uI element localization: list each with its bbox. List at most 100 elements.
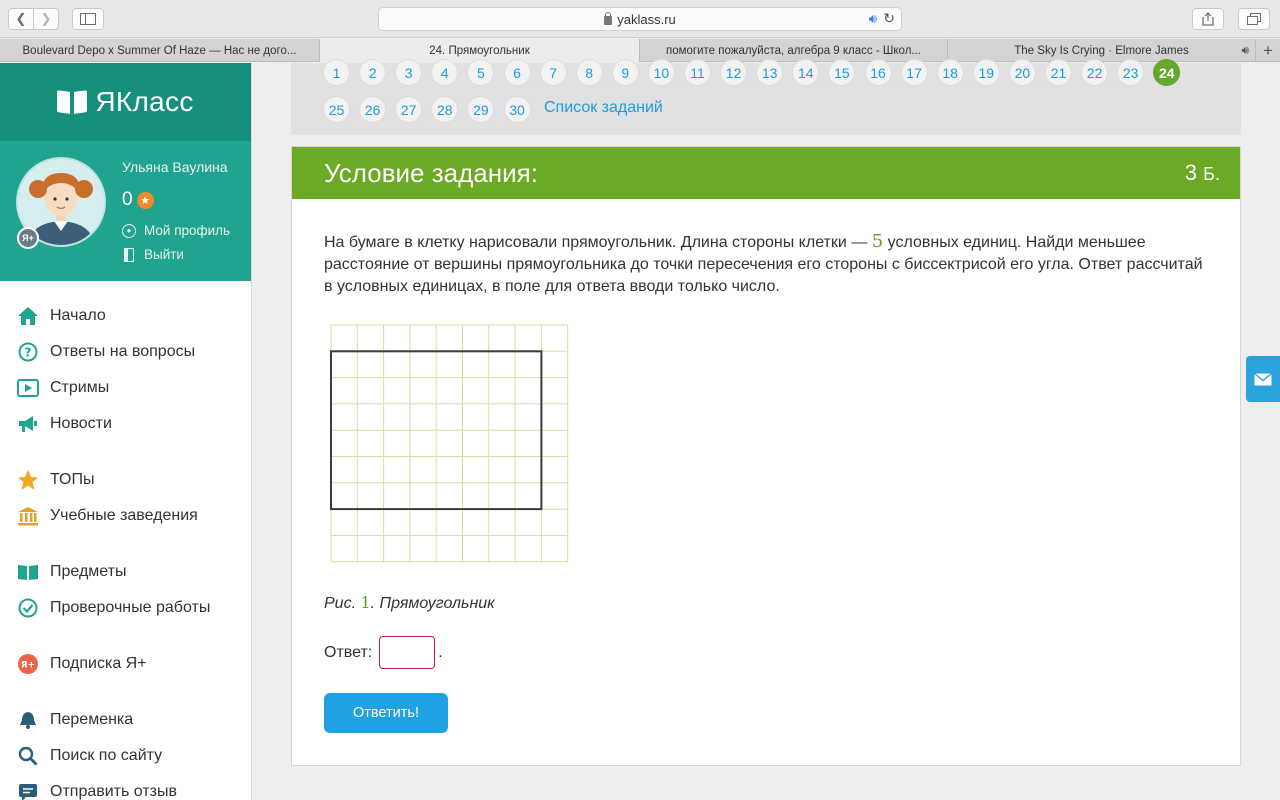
tab-label: The Sky Is Crying · Elmore James: [1014, 44, 1189, 57]
task-number-24[interactable]: 24: [1153, 59, 1181, 86]
book-logo-icon: [57, 91, 87, 113]
megaphone-icon: [17, 413, 39, 435]
cell-size-value: 5: [871, 231, 884, 252]
task-number-15[interactable]: 15: [828, 59, 856, 86]
address-bar[interactable]: yaklass.ru 🔊︎ ↻: [378, 7, 902, 31]
nav-label: Подписка Я+: [50, 655, 147, 672]
task-number-7[interactable]: 7: [539, 59, 567, 86]
caption-number: 1: [360, 593, 371, 612]
user-points: 0 ★: [122, 189, 154, 211]
task-number-9[interactable]: 9: [611, 59, 639, 86]
lock-icon: [604, 11, 613, 25]
new-tab-button[interactable]: +: [1256, 39, 1280, 62]
grid-figure: [330, 324, 572, 571]
chevron-left-icon: ❮: [15, 11, 27, 26]
nav-item-search[interactable]: Поиск по сайту: [0, 741, 252, 771]
sidebar-icon: [80, 13, 96, 25]
reload-icon[interactable]: ↻: [883, 10, 895, 27]
star-icon: [17, 469, 39, 491]
tab-bar: Boulevard Depo x Summer Of Haze — Нас не…: [0, 39, 1280, 62]
task-number-20[interactable]: 20: [1008, 59, 1036, 86]
nav-item-subscription[interactable]: Я+ Подписка Я+: [0, 649, 252, 679]
points-number: 3: [1184, 160, 1198, 185]
logout-link[interactable]: Выйти: [122, 247, 184, 262]
task-list-link[interactable]: Список заданий: [544, 99, 663, 117]
task-number-30[interactable]: 30: [503, 96, 531, 123]
feedback-mail-tab[interactable]: [1246, 356, 1280, 402]
answer-input[interactable]: [379, 636, 436, 669]
figure-caption: Рис. 1. Прямоугольник: [324, 593, 495, 613]
speaker-icon[interactable]: 🔊︎: [869, 11, 877, 27]
user-name[interactable]: Ульяна Ваулина: [122, 159, 228, 175]
nav-item-streams[interactable]: Стримы: [0, 373, 252, 403]
nav-label: Начало: [50, 307, 106, 324]
task-number-27[interactable]: 27: [395, 96, 423, 123]
chevron-right-icon: ❯: [40, 11, 52, 26]
tab-speaker-icon[interactable]: 🔊︎: [1241, 43, 1249, 58]
logout-label: Выйти: [144, 247, 184, 262]
bell-icon: [17, 709, 39, 731]
task-number-22[interactable]: 22: [1081, 59, 1109, 86]
nav-item-break[interactable]: Переменка: [0, 705, 252, 735]
task-number-4[interactable]: 4: [431, 59, 459, 86]
forward-button[interactable]: ❯: [33, 8, 59, 30]
user-icon: ●: [122, 223, 136, 238]
nav-label: Проверочные работы: [50, 599, 211, 616]
browser-tab-3[interactable]: помогите пожалуйста, алгебра 9 класс - Ш…: [640, 39, 948, 62]
tab-label: помогите пожалуйста, алгебра 9 класс - Ш…: [665, 44, 922, 57]
task-number-14[interactable]: 14: [792, 59, 820, 86]
task-number-11[interactable]: 11: [684, 59, 711, 86]
task-number-2[interactable]: 2: [359, 59, 387, 86]
nav-item-news[interactable]: Новости: [0, 409, 252, 439]
task-number-29[interactable]: 29: [467, 96, 495, 123]
task-number-19[interactable]: 19: [972, 59, 1000, 86]
task-number-3[interactable]: 3: [395, 59, 423, 86]
nav-item-answers[interactable]: ? Ответы на вопросы: [0, 337, 252, 367]
nav-item-home[interactable]: Начало: [0, 301, 252, 331]
task-number-16[interactable]: 16: [864, 59, 892, 86]
task-number-1[interactable]: 1: [323, 59, 350, 86]
brand-logo[interactable]: ЯКласс: [0, 63, 251, 141]
answer-suffix: .: [438, 643, 443, 661]
nav-item-schools[interactable]: Учебные заведения: [0, 501, 252, 531]
submit-answer-button[interactable]: Ответить!: [324, 693, 448, 733]
task-number-25[interactable]: 25: [323, 96, 350, 123]
task-number-10[interactable]: 10: [647, 59, 675, 86]
nav-item-subjects[interactable]: Предметы: [0, 557, 252, 587]
tab-label: 24. Прямоугольник: [429, 44, 530, 57]
task-number-18[interactable]: 18: [936, 59, 964, 86]
nav-item-tests[interactable]: Проверочные работы: [0, 593, 252, 623]
share-button[interactable]: [1192, 8, 1224, 30]
task-number-21[interactable]: 21: [1045, 59, 1072, 86]
task-number-28[interactable]: 28: [431, 96, 459, 123]
nav-label: Ответы на вопросы: [50, 343, 196, 360]
my-profile-link[interactable]: ● Мой профиль: [122, 223, 230, 238]
nav-label: Переменка: [50, 711, 134, 728]
task-number-26[interactable]: 26: [359, 96, 387, 123]
ya-plus-badge: Я+: [17, 227, 39, 249]
task-points: 3 Б.: [1185, 160, 1220, 186]
task-number-12[interactable]: 12: [720, 59, 748, 86]
answer-row: Ответ: .: [324, 636, 443, 669]
back-button[interactable]: ❮: [8, 8, 34, 30]
task-number-23[interactable]: 23: [1117, 59, 1145, 86]
show-tabs-button[interactable]: [1238, 8, 1270, 30]
sidebar-toggle-button[interactable]: [72, 8, 104, 30]
browser-tab-1[interactable]: Boulevard Depo x Summer Of Haze — Нас не…: [0, 39, 320, 62]
task-number-17[interactable]: 17: [900, 59, 928, 86]
book-icon: [17, 561, 39, 583]
play-icon: [17, 377, 39, 399]
task-number-6[interactable]: 6: [503, 59, 531, 86]
task-card: Условие задания: 3 Б. На бумаге в клетку…: [291, 146, 1241, 766]
task-statement: На бумаге в клетку нарисовали прямоуголь…: [324, 231, 1214, 298]
tabs-icon: [1247, 13, 1261, 25]
statement-part-1: На бумаге в клетку нарисовали прямоуголь…: [324, 234, 872, 251]
nav-item-tops[interactable]: ТОПы: [0, 465, 252, 495]
browser-tab-4[interactable]: The Sky Is Crying · Elmore James 🔊︎: [948, 39, 1256, 62]
task-number-8[interactable]: 8: [575, 59, 603, 86]
task-number-13[interactable]: 13: [756, 59, 784, 86]
nav-item-feedback[interactable]: Отправить отзыв: [0, 777, 252, 800]
task-number-5[interactable]: 5: [467, 59, 495, 86]
door-icon: [124, 247, 134, 262]
nav-label: Предметы: [50, 563, 127, 580]
